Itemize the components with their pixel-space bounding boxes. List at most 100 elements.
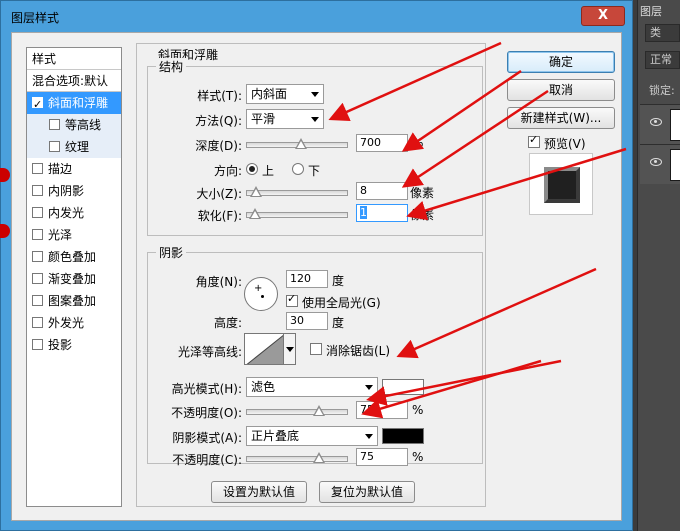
style-list-item[interactable]: 图案叠加 <box>27 290 121 312</box>
depth-slider[interactable] <box>246 138 348 149</box>
slider-handle[interactable] <box>313 452 325 463</box>
shadow-opacity-label: 不透明度(C): <box>172 453 242 467</box>
soften-input[interactable]: 1 <box>356 204 408 222</box>
technique-value: 平滑 <box>251 112 276 126</box>
style-checkbox[interactable] <box>32 185 43 196</box>
style-list-item-label: 渐变叠加 <box>48 272 97 286</box>
dialog-title: 图层样式 <box>11 11 60 25</box>
blending-options-item[interactable]: 混合选项:默认 <box>27 70 121 92</box>
altitude-unit: 度 <box>332 316 345 330</box>
highlight-mode-select[interactable]: 滤色 <box>246 377 378 397</box>
gloss-contour-preview[interactable] <box>244 333 284 365</box>
style-list-item[interactable]: 投影 <box>27 334 121 356</box>
direction-down-radio[interactable] <box>292 163 304 175</box>
highlight-mode-value: 滤色 <box>251 380 276 394</box>
depth-input[interactable]: 700 <box>356 134 408 152</box>
direction-down-label: 下 <box>308 164 321 178</box>
style-checkbox[interactable] <box>32 251 43 262</box>
style-list-header[interactable]: 样式 <box>27 48 121 70</box>
technique-select[interactable]: 平滑 <box>246 109 324 129</box>
style-list-item-label: 内阴影 <box>48 184 85 198</box>
style-checkbox[interactable] <box>32 229 43 240</box>
style-checkbox[interactable] <box>49 141 60 152</box>
style-list-item[interactable]: 渐变叠加 <box>27 268 121 290</box>
reset-default-button[interactable]: 复位为默认值 <box>319 481 415 503</box>
shadow-opacity-input[interactable]: 75 <box>356 448 408 466</box>
gloss-contour-dropdown[interactable] <box>284 333 296 365</box>
style-list-item[interactable]: 描边 <box>27 158 121 180</box>
style-preview <box>529 153 593 215</box>
layer-blend-mode[interactable]: 正常 <box>645 51 680 69</box>
shadow-mode-select[interactable]: 正片叠底 <box>246 426 378 446</box>
background-canvas-shapes <box>0 168 10 238</box>
style-checkbox[interactable] <box>32 163 43 174</box>
highlight-opacity-label: 不透明度(O): <box>171 406 242 420</box>
crosshair-icon: + <box>254 283 263 294</box>
global-light-label: 使用全局光(G) <box>302 296 381 310</box>
layer-filter-kind[interactable]: 类 <box>645 24 680 42</box>
layer-thumbnail <box>670 109 680 141</box>
style-list-item[interactable]: 光泽 <box>27 224 121 246</box>
chevron-down-icon <box>311 92 319 97</box>
antialias-checkbox[interactable] <box>310 343 322 355</box>
slider-handle[interactable] <box>313 405 325 416</box>
style-checkbox[interactable] <box>32 317 43 328</box>
style-checkbox[interactable] <box>32 207 43 218</box>
shadow-color-swatch[interactable] <box>382 428 424 444</box>
style-list-item[interactable]: 等高线 <box>27 114 121 136</box>
style-list-item-label: 投影 <box>48 338 73 352</box>
bevel-style-select[interactable]: 内斜面 <box>246 84 324 104</box>
style-list-item-label: 图案叠加 <box>48 294 97 308</box>
style-list-item-label: 光泽 <box>48 228 73 242</box>
angle-input[interactable]: 120 <box>286 270 328 288</box>
new-style-button[interactable]: 新建样式(W)... <box>507 107 615 129</box>
chevron-down-icon <box>365 434 373 439</box>
layer-row[interactable] <box>640 144 680 184</box>
style-list-item[interactable]: 斜面和浮雕 <box>27 92 121 116</box>
style-list-item[interactable]: 纹理 <box>27 136 121 158</box>
soften-unit: 像素 <box>410 208 435 222</box>
highlight-opacity-slider[interactable] <box>246 405 348 416</box>
size-slider[interactable] <box>246 186 348 197</box>
style-list-item[interactable]: 内阴影 <box>27 180 121 202</box>
slider-handle[interactable] <box>248 208 261 219</box>
shading-title: 阴影 <box>156 244 187 261</box>
style-list-item-label: 外发光 <box>48 316 85 330</box>
altitude-input[interactable]: 30 <box>286 312 328 330</box>
style-list-item[interactable]: 内发光 <box>27 202 121 224</box>
layer-row[interactable] <box>640 104 680 144</box>
slider-handle[interactable] <box>249 186 262 197</box>
style-checkbox[interactable] <box>49 119 60 130</box>
style-list-item[interactable]: 外发光 <box>27 312 121 334</box>
style-list-item[interactable]: 颜色叠加 <box>27 246 121 268</box>
style-list-item-label: 颜色叠加 <box>48 250 97 264</box>
dialog-titlebar[interactable]: 图层样式 X <box>1 1 632 31</box>
cancel-button[interactable]: 取消 <box>507 79 615 101</box>
style-checkbox[interactable] <box>32 94 43 116</box>
highlight-color-swatch[interactable] <box>382 379 424 395</box>
structure-title: 结构 <box>156 58 187 75</box>
style-checkbox[interactable] <box>32 273 43 284</box>
ok-button[interactable]: 确定 <box>507 51 615 73</box>
highlight-opacity-input[interactable]: 75 <box>356 401 408 419</box>
close-button[interactable]: X <box>581 6 625 26</box>
size-input[interactable]: 8 <box>356 182 408 200</box>
shadow-mode-value: 正片叠底 <box>251 429 300 443</box>
dial-center <box>261 295 264 298</box>
angle-dial[interactable]: + <box>244 277 278 311</box>
style-checkbox[interactable] <box>32 295 43 306</box>
chevron-down-icon <box>365 385 373 390</box>
make-default-button[interactable]: 设置为默认值 <box>211 481 307 503</box>
soften-slider[interactable] <box>246 208 348 219</box>
style-checkbox[interactable] <box>32 339 43 350</box>
style-list-item-label: 纹理 <box>65 140 90 154</box>
eye-icon[interactable] <box>650 158 662 166</box>
preview-checkbox[interactable] <box>528 133 540 148</box>
global-light-checkbox[interactable] <box>286 292 298 307</box>
layers-panel-tab[interactable]: 图层 <box>640 3 662 19</box>
eye-icon[interactable] <box>650 118 662 126</box>
slider-handle[interactable] <box>295 138 308 149</box>
shadow-opacity-slider[interactable] <box>246 452 348 463</box>
highlight-mode-label: 高光模式(H): <box>171 382 242 396</box>
direction-up-radio[interactable] <box>246 163 258 175</box>
